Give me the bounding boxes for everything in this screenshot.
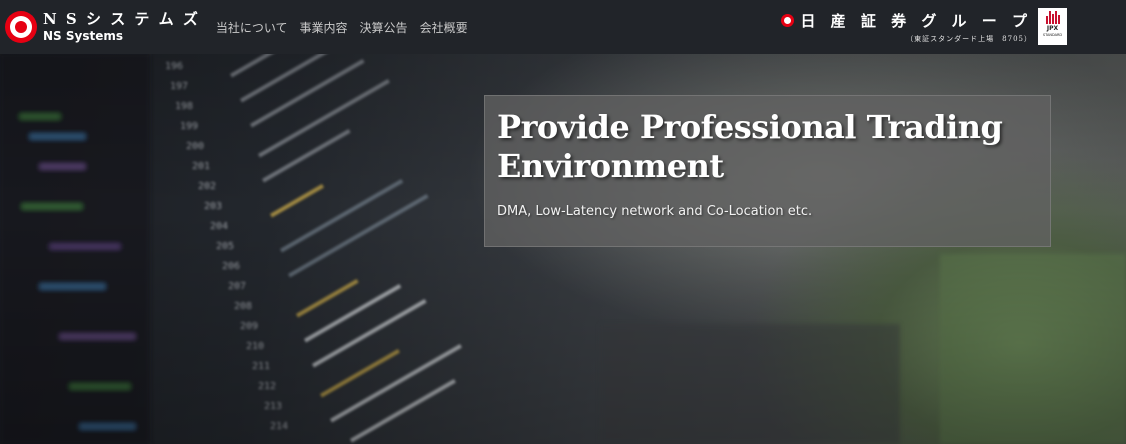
jpx-standard-badge[interactable]: JPX STANDARD — [1038, 8, 1067, 45]
hero-banner: 196197198 199200201 202203204 205206207 … — [0, 54, 1126, 444]
group-logo-icon — [781, 14, 795, 27]
logo-name-en: NS Systems — [43, 29, 123, 43]
logo-name-jp: N S シ ス テ ム ズ — [43, 10, 200, 28]
hero-title: Provide Professional Trading Environment — [497, 108, 1003, 185]
main-nav: 当社について 事業内容 決算公告 会社概要 — [216, 19, 468, 36]
hero-subtitle: DMA, Low-Latency network and Co-Location… — [497, 204, 813, 219]
jpx-logo-icon — [1045, 11, 1060, 24]
site-header: N S シ ス テ ム ズ NS Systems 当社について 事業内容 決算公… — [0, 0, 1126, 54]
jpx-sub-label: STANDARD — [1042, 33, 1063, 37]
nav-item-company-profile[interactable]: 会社概要 — [420, 19, 468, 36]
nissan-securities-group-link[interactable]: 日 産 証 券 グ ル ー プ （東証スタンダード上場 8705） — [781, 10, 1032, 44]
group-name: 日 産 証 券 グ ル ー プ — [800, 12, 1032, 30]
ns-logo-icon — [5, 11, 37, 43]
jpx-label: JPX — [1046, 25, 1059, 32]
ns-systems-logo[interactable]: N S シ ス テ ム ズ NS Systems — [5, 11, 200, 43]
group-listing-note: （東証スタンダード上場 8705） — [906, 35, 1032, 43]
nav-item-financial-notice[interactable]: 決算公告 — [360, 19, 408, 36]
hero-caption-box: Provide Professional Trading Environment… — [484, 95, 1051, 247]
nav-item-business[interactable]: 事業内容 — [300, 19, 348, 36]
logo-wordmark: N S シ ス テ ム ズ NS Systems — [43, 10, 200, 43]
nav-item-about[interactable]: 当社について — [216, 19, 288, 36]
